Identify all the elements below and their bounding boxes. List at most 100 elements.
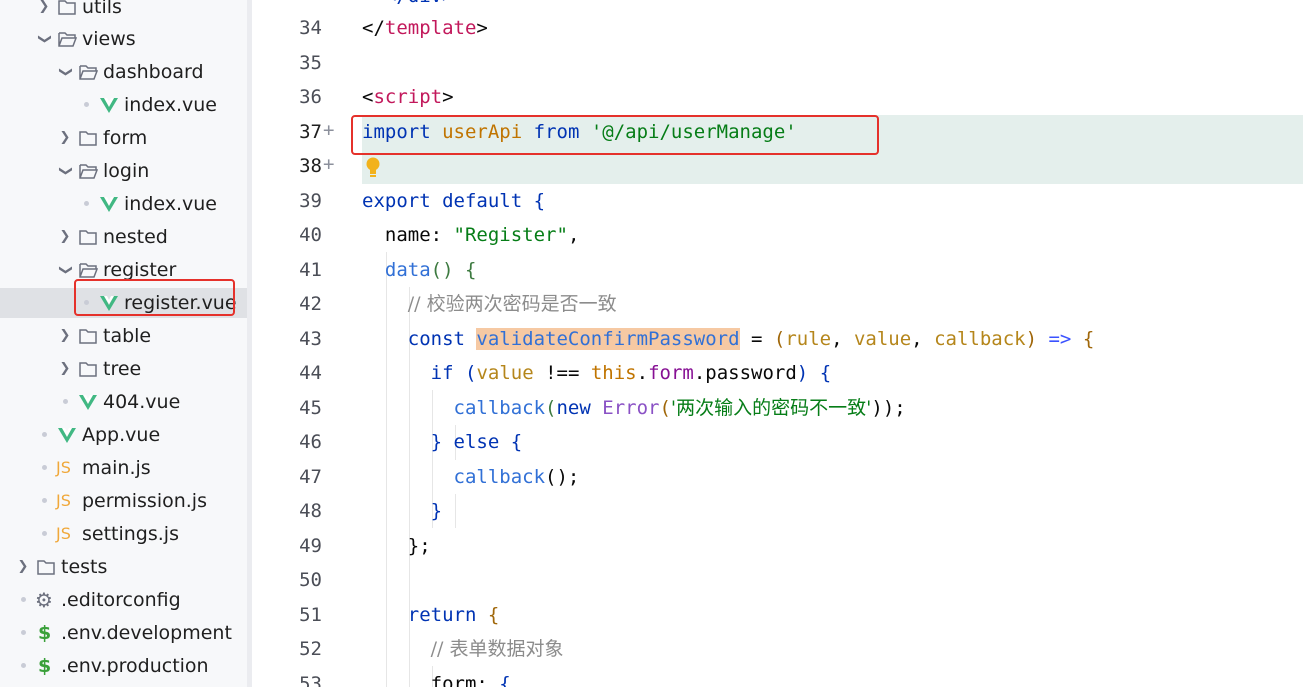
folder-icon xyxy=(78,326,98,346)
added-line-marker[interactable]: + xyxy=(323,118,334,142)
line-number: 42 xyxy=(299,293,322,315)
tree-item-utils[interactable]: ❯ utils xyxy=(0,0,247,22)
tree-item-table[interactable]: ❯ table xyxy=(0,321,247,351)
tree-item-label: 404.vue xyxy=(103,391,181,413)
tree-item-label: main.js xyxy=(82,457,151,479)
code-text: <script> xyxy=(362,86,454,108)
tree-item-dashboard[interactable]: ❯ dashboard xyxy=(0,57,247,87)
code-text: } xyxy=(430,500,443,522)
line-number: 50 xyxy=(299,569,322,591)
tree-item-tree[interactable]: ❯ tree xyxy=(0,354,247,384)
code-line-48: 48 } xyxy=(252,494,1303,528)
lightbulb-icon[interactable] xyxy=(365,156,381,183)
code-text: // 表单数据对象 xyxy=(430,638,564,660)
line-number: 37 xyxy=(299,121,322,143)
line-number: 45 xyxy=(299,397,322,419)
bullet-dot xyxy=(84,201,89,206)
tree-item-label: index.vue xyxy=(124,193,217,215)
bullet-dot xyxy=(21,597,26,602)
chevron-right-icon[interactable]: ❯ xyxy=(58,357,72,381)
bullet-dot xyxy=(42,432,47,437)
tree-item-label: index.vue xyxy=(124,94,217,116)
tree-item-label: form xyxy=(103,127,148,149)
added-line-marker[interactable]: + xyxy=(323,152,334,176)
code-text: // 校验两次密码是否一致 xyxy=(407,293,617,315)
tree-item-permission-js[interactable]: JS permission.js xyxy=(0,486,247,516)
code-line-49: 49 }; xyxy=(252,529,1303,563)
code-line-47: 47 callback(); xyxy=(252,460,1303,494)
chevron-right-icon[interactable]: ❯ xyxy=(58,225,72,249)
code-line-50: 50 xyxy=(252,563,1303,597)
line-number: 35 xyxy=(299,52,322,74)
dollar-icon: $ xyxy=(38,655,52,677)
line-number: 49 xyxy=(299,535,322,557)
code-text: name: "Register", xyxy=(384,224,580,246)
vue-file-icon xyxy=(99,194,119,214)
tree-item-settings-js[interactable]: JS settings.js xyxy=(0,519,247,549)
js-file-icon: JS xyxy=(56,491,71,510)
tree-item-views[interactable]: ❯ views xyxy=(0,24,247,54)
tree-item-editorconfig[interactable]: ⚙ .editorconfig xyxy=(0,585,247,615)
line-number: 38 xyxy=(299,155,322,177)
code-editor[interactable]: </div> 34 </template> 35 36 <script> 37 … xyxy=(252,0,1303,687)
code-line-44: 44 if (value !== this.form.password) { xyxy=(252,356,1303,390)
line-number: 47 xyxy=(299,466,322,488)
line-number: 53 xyxy=(299,673,322,687)
chevron-down-icon[interactable]: ❯ xyxy=(32,32,56,46)
code-line-52: 52 // 表单数据对象 xyxy=(252,632,1303,666)
tree-item-form[interactable]: ❯ form xyxy=(0,123,247,153)
code-line-46: 46 } else { xyxy=(252,425,1303,459)
js-file-icon: JS xyxy=(56,458,71,477)
line-number: 51 xyxy=(299,604,322,626)
gear-icon: ⚙ xyxy=(35,588,53,612)
line-number: 40 xyxy=(299,224,322,246)
chevron-down-icon[interactable]: ❯ xyxy=(53,65,77,79)
code-line-35: 35 xyxy=(252,46,1303,80)
tree-item-label: .env.development xyxy=(61,622,232,644)
chevron-down-icon[interactable]: ❯ xyxy=(53,263,77,277)
code-text: if (value !== this.form.password) { xyxy=(430,362,832,384)
line-number: 43 xyxy=(299,328,322,350)
project-tree: ❯ utils ❯ views ❯ dashboard index.vue ❯ … xyxy=(0,0,247,687)
code-line-45: 45 callback(new Error('两次输入的密码不一致')); xyxy=(252,391,1303,425)
chevron-right-icon[interactable]: ❯ xyxy=(37,0,51,19)
chevron-right-icon[interactable]: ❯ xyxy=(58,126,72,150)
code-line-51: 51 return { xyxy=(252,598,1303,632)
code-text: const validateConfirmPassword = (rule, v… xyxy=(407,328,1095,350)
tree-item-tests[interactable]: ❯ tests xyxy=(0,552,247,582)
code-text: }; xyxy=(407,535,431,557)
folder-open-icon xyxy=(78,62,98,82)
tree-item-main-js[interactable]: JS main.js xyxy=(0,453,247,483)
selected-identifier: validateConfirmPassword xyxy=(476,328,740,350)
tree-item-404-vue[interactable]: 404.vue xyxy=(0,387,247,417)
chevron-right-icon[interactable]: ❯ xyxy=(16,555,30,579)
code-text: data() { xyxy=(384,259,477,281)
code-line-53: 53 form: { xyxy=(252,667,1303,687)
code-line-39: 39 export default { xyxy=(252,184,1303,218)
tree-item-login-index-vue[interactable]: index.vue xyxy=(0,189,247,219)
tree-item-app-vue[interactable]: App.vue xyxy=(0,420,247,450)
tree-item-login[interactable]: ❯ login xyxy=(0,156,247,186)
folder-icon xyxy=(78,128,98,148)
chevron-down-icon[interactable]: ❯ xyxy=(53,164,77,178)
vue-file-icon xyxy=(99,95,119,115)
code-line-40: 40 name: "Register", xyxy=(252,218,1303,252)
tree-item-nested[interactable]: ❯ nested xyxy=(0,222,247,252)
code-text: callback(new Error('两次输入的密码不一致')); xyxy=(453,397,906,419)
code-text: } else { xyxy=(430,431,523,453)
line-number: 48 xyxy=(299,500,322,522)
tree-item-env-production[interactable]: $ .env.production xyxy=(0,651,247,681)
tree-item-label: permission.js xyxy=(82,490,207,512)
tree-item-label: login xyxy=(103,160,150,182)
line-number: 39 xyxy=(299,190,322,212)
tree-item-env-development[interactable]: $ .env.development xyxy=(0,618,247,648)
dollar-icon: $ xyxy=(38,622,52,644)
code-text: export default { xyxy=(362,190,546,212)
folder-open-icon xyxy=(78,161,98,181)
tree-item-dashboard-index-vue[interactable]: index.vue xyxy=(0,90,247,120)
folder-open-icon xyxy=(78,260,98,280)
tree-item-label: settings.js xyxy=(82,523,179,545)
code-line-43: 43 const validateConfirmPassword = (rule… xyxy=(252,322,1303,356)
chevron-right-icon[interactable]: ❯ xyxy=(58,324,72,348)
folder-icon xyxy=(78,227,98,247)
